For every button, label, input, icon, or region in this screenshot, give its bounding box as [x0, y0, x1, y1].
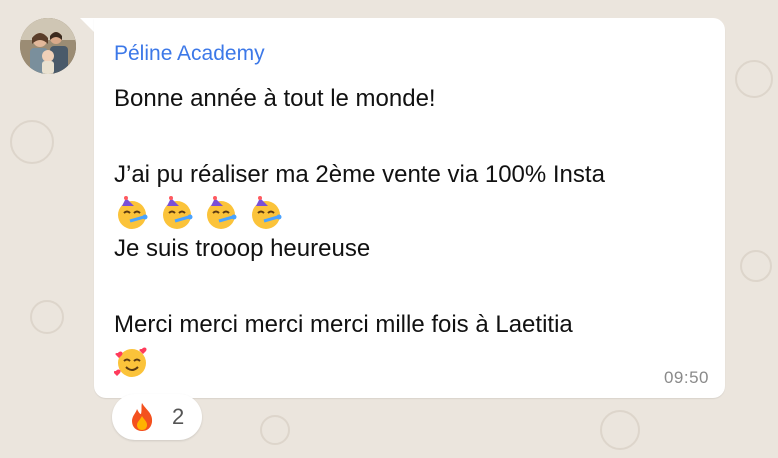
- wallpaper-doodle: [260, 415, 290, 445]
- message-time: 09:50: [663, 368, 709, 387]
- message-bubble[interactable]: Péline Academy Bonne année à tout le mon…: [94, 18, 725, 398]
- partying-face-icon: [252, 195, 282, 229]
- message-line: Je suis trooop heureuse: [114, 235, 371, 262]
- message-line: Merci merci merci merci mille fois à Lae…: [114, 311, 573, 338]
- avatar-photo: [20, 18, 76, 74]
- partying-face-icon: [207, 195, 237, 229]
- love-emoji-row: [114, 342, 704, 382]
- fire-icon: [132, 403, 153, 431]
- partying-face-icon: [118, 195, 148, 229]
- wallpaper-doodle: [10, 120, 54, 164]
- reaction-pill[interactable]: 2: [112, 394, 202, 440]
- wallpaper-doodle: [735, 60, 773, 98]
- party-emoji-row: [114, 192, 704, 232]
- wallpaper-doodle: [600, 410, 640, 450]
- smiling-face-with-hearts-icon: [114, 347, 147, 377]
- partying-face-icon: [162, 195, 193, 229]
- message-text: Bonne année à tout le monde! J’ai pu réa…: [114, 82, 704, 382]
- reaction-count: 2: [172, 404, 185, 429]
- sender-avatar[interactable]: [20, 18, 76, 74]
- wallpaper-doodle: [740, 250, 772, 282]
- message-line: Bonne année à tout le monde!: [114, 85, 436, 112]
- message-line: J’ai pu réaliser ma 2ème vente via 100% …: [114, 161, 605, 188]
- sender-name[interactable]: Péline Academy: [114, 41, 265, 67]
- wallpaper-doodle: [30, 300, 64, 334]
